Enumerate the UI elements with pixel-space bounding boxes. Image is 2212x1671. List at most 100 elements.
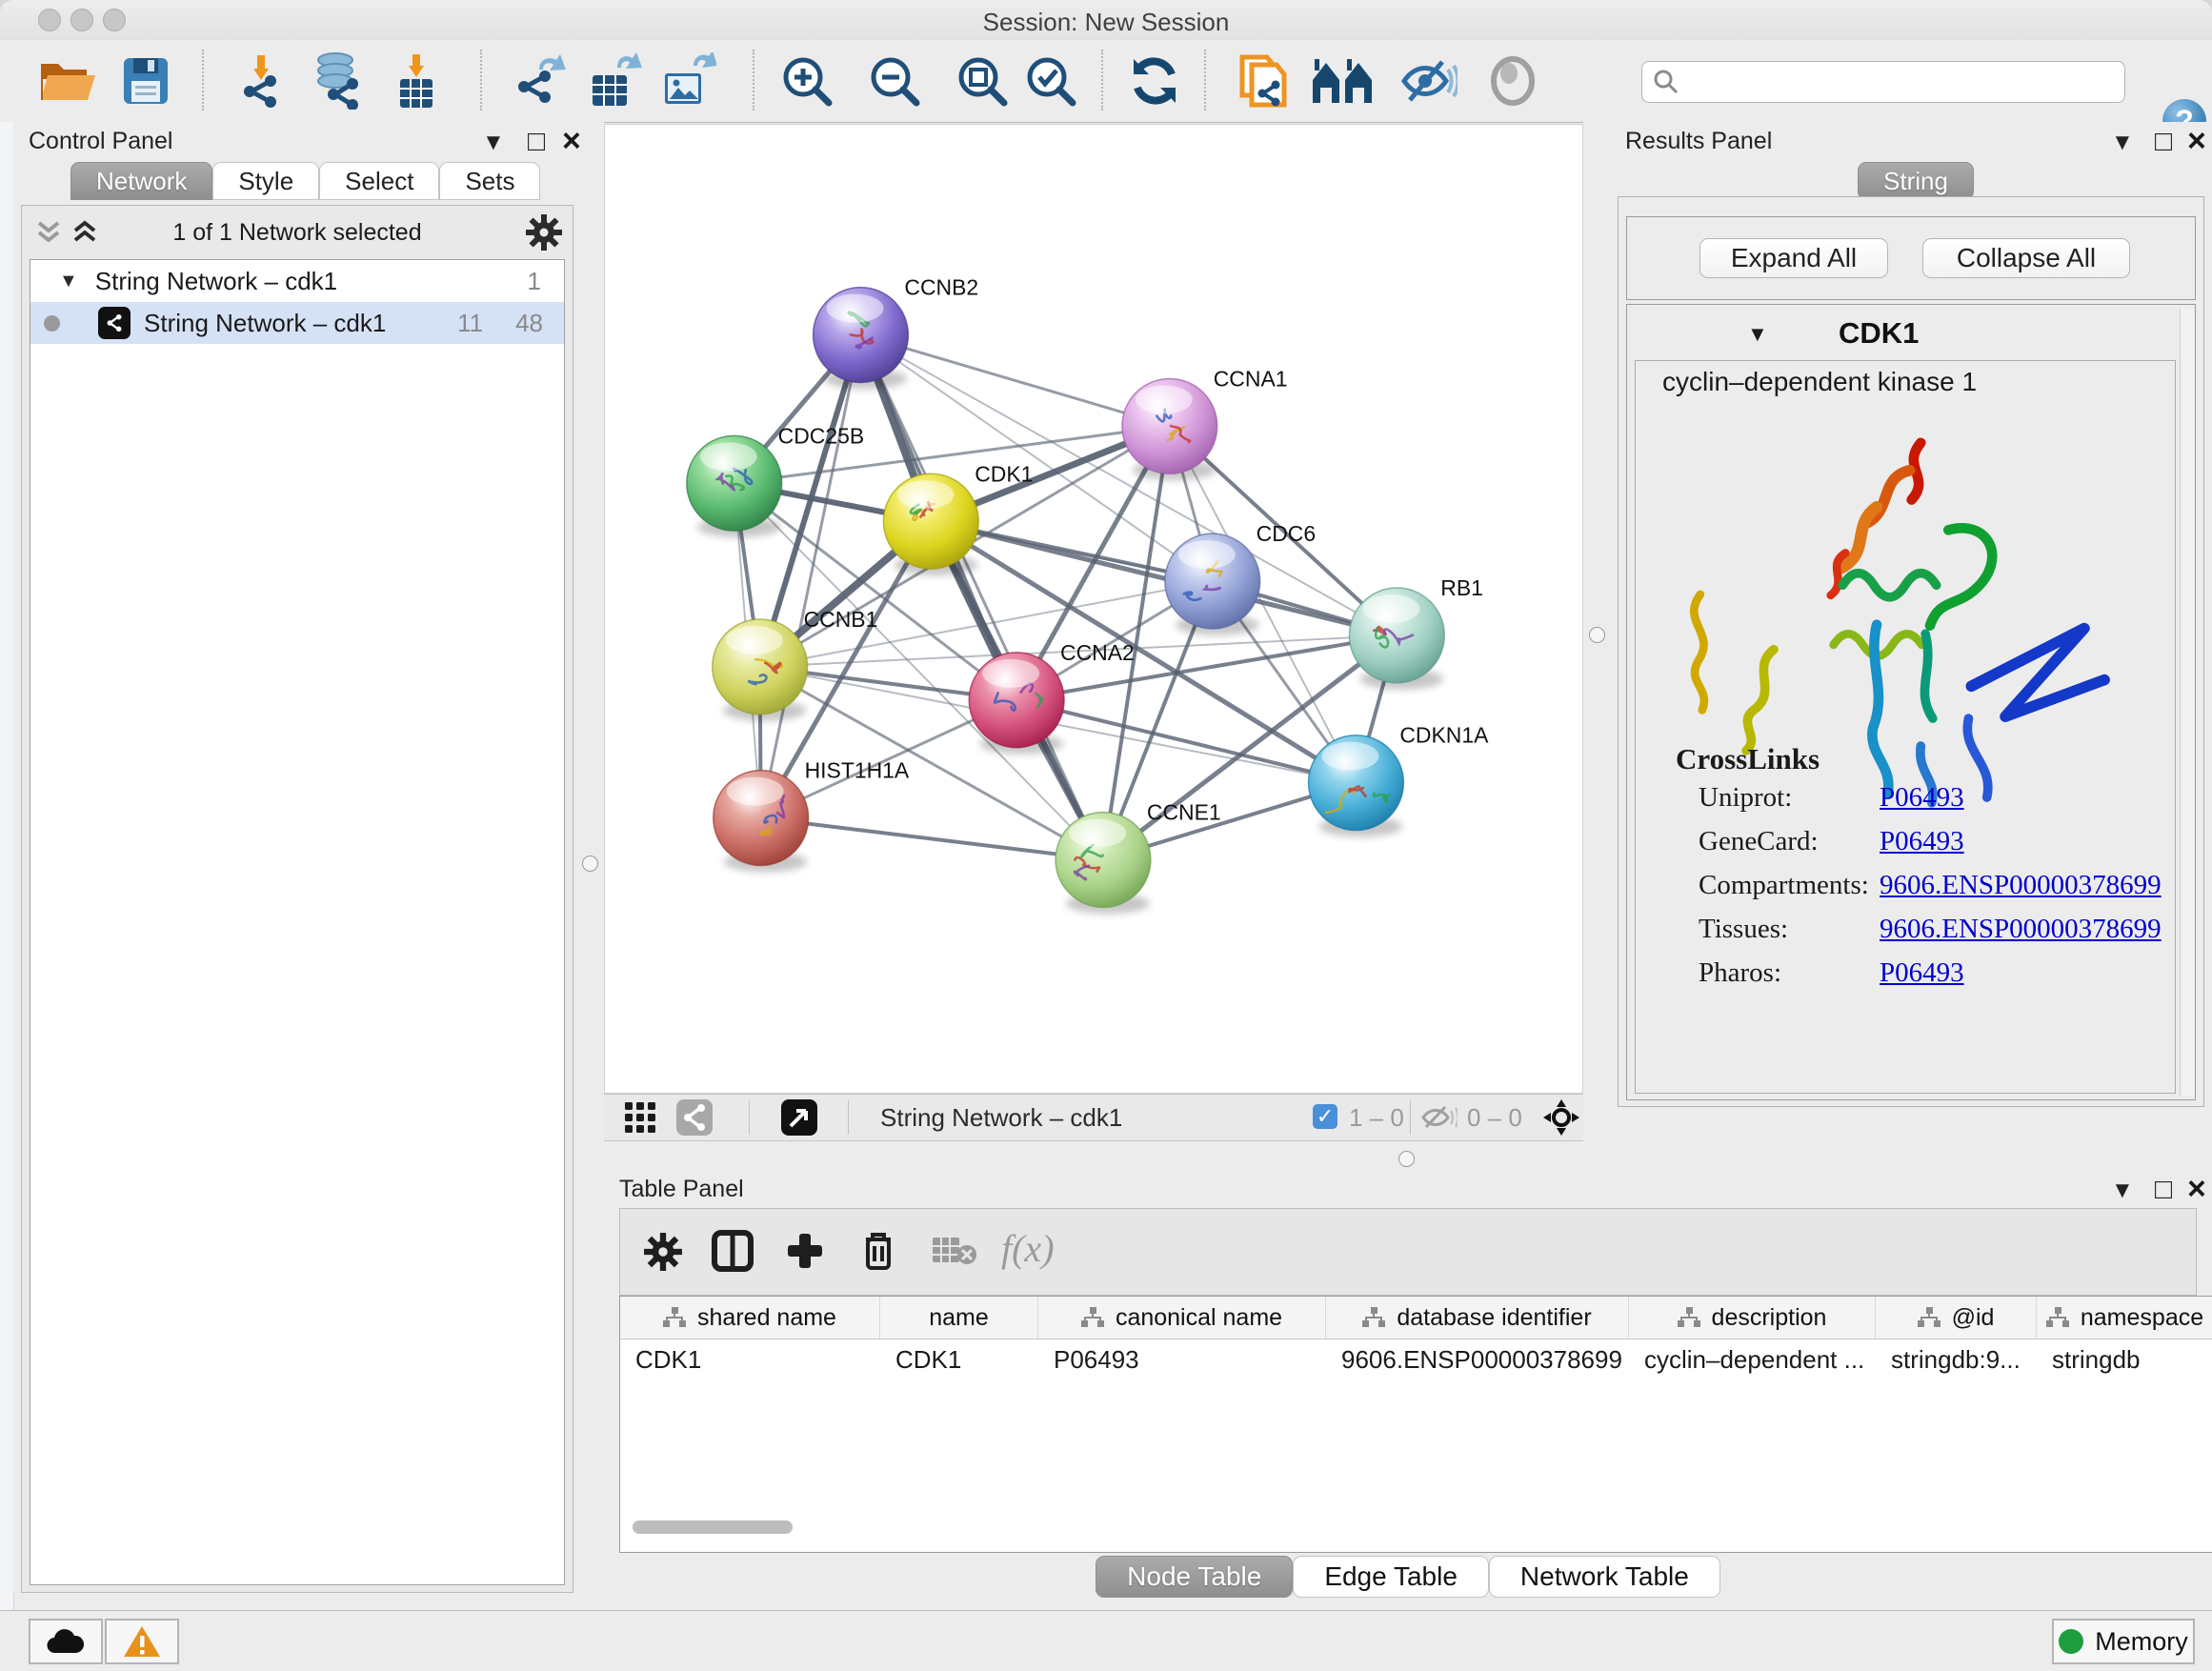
panel-close-icon[interactable]: × xyxy=(2187,1178,2206,1200)
grid-view-icon[interactable] xyxy=(623,1097,657,1138)
delete-column-trash-icon[interactable] xyxy=(860,1230,896,1272)
column-header[interactable]: description xyxy=(1629,1297,1876,1339)
tab-node-table[interactable]: Node Table xyxy=(1096,1556,1293,1598)
crosslink-compartments-link[interactable]: 9606.ENSP00000378699 xyxy=(1880,870,2162,901)
tree-caret-icon[interactable]: ▼ xyxy=(59,271,78,292)
panel-close-icon[interactable]: × xyxy=(2187,130,2206,152)
right-splitter[interactable] xyxy=(1583,122,1610,1170)
scrollbar-thumb[interactable] xyxy=(633,1520,793,1534)
left-splitter-handle[interactable] xyxy=(582,856,598,872)
import-network-from-file-icon[interactable] xyxy=(232,51,288,111)
panel-menu-caret-icon[interactable]: ▼ xyxy=(2111,130,2134,156)
cloud-button[interactable] xyxy=(29,1619,103,1664)
network-node-ccnb1[interactable] xyxy=(713,619,808,721)
network-collection-row[interactable]: ▼ String Network – cdk1 1 xyxy=(30,260,564,302)
network-options-gear-icon[interactable] xyxy=(525,213,563,252)
delete-table-icon[interactable] xyxy=(933,1236,976,1266)
import-network-from-database-icon[interactable] xyxy=(307,51,368,111)
tab-style[interactable]: Style xyxy=(212,162,319,200)
network-node-cdc25b[interactable] xyxy=(687,435,782,537)
cell-id: stringdb:9... xyxy=(1876,1339,2037,1379)
memory-button[interactable]: Memory xyxy=(2052,1619,2195,1664)
search-input[interactable] xyxy=(1680,68,2094,96)
zoom-in-icon[interactable] xyxy=(779,51,835,111)
export-network-icon[interactable] xyxy=(511,51,568,111)
export-table-icon[interactable] xyxy=(585,51,642,111)
network-canvas[interactable]: CCNB2CCNA1CDC25BCDK1CDC6RB1CCNB1CCNA2CDK… xyxy=(604,124,1583,1094)
network-node-cdk1[interactable] xyxy=(883,473,978,575)
network-node-hist1h1a[interactable] xyxy=(714,771,809,873)
column-header[interactable]: shared name xyxy=(620,1297,880,1339)
save-session-icon[interactable] xyxy=(122,51,170,111)
string-network-graph[interactable]: CCNB2CCNA1CDC25BCDK1CDC6RB1CCNB1CCNA2CDK… xyxy=(605,125,1582,1093)
tab-sets[interactable]: Sets xyxy=(439,162,540,200)
show-graphics-details-icon[interactable] xyxy=(1488,51,1538,111)
zoom-out-icon[interactable] xyxy=(867,51,922,111)
panel-float-icon[interactable]: □ xyxy=(2155,1174,2172,1206)
open-in-window-icon[interactable] xyxy=(781,1097,817,1138)
string-houses-icon[interactable] xyxy=(1311,51,1374,111)
search-box[interactable] xyxy=(1641,61,2125,103)
panel-menu-caret-icon[interactable]: ▼ xyxy=(2111,1178,2134,1204)
warnings-button[interactable] xyxy=(105,1619,179,1664)
crosslink-tissues-link[interactable]: 9606.ENSP00000378699 xyxy=(1880,914,2162,945)
network-share-view-icon[interactable] xyxy=(676,1097,713,1138)
hide-unhide-icon[interactable] xyxy=(1400,51,1458,111)
table-options-gear-icon[interactable] xyxy=(643,1232,683,1272)
crosslink-uniprot-link[interactable]: P06493 xyxy=(1880,782,1964,814)
network-edge[interactable] xyxy=(761,335,861,818)
bottom-splitter-handle[interactable] xyxy=(1398,1151,1415,1167)
network-edge[interactable] xyxy=(761,818,1103,860)
network-row-selected[interactable]: String Network – cdk1 11 48 xyxy=(30,302,564,344)
panel-float-icon[interactable]: □ xyxy=(2155,126,2172,158)
network-node-rb1[interactable] xyxy=(1349,588,1444,690)
gene-collapse-caret-icon[interactable]: ▼ xyxy=(1747,322,1768,347)
network-node-ccna2[interactable] xyxy=(969,653,1064,755)
column-header[interactable]: namespace xyxy=(2037,1297,2212,1339)
tab-network-table[interactable]: Network Table xyxy=(1489,1556,1720,1598)
clone-network-icon[interactable] xyxy=(1235,51,1294,111)
network-edge[interactable] xyxy=(931,521,1397,635)
right-splitter-handle[interactable] xyxy=(1589,627,1605,643)
network-node-cdkn1a[interactable] xyxy=(1309,735,1404,837)
crosslink-pharos-link[interactable]: P06493 xyxy=(1880,957,1964,989)
add-column-icon[interactable] xyxy=(786,1232,824,1270)
expand-all-button[interactable]: Expand All xyxy=(1699,238,1888,278)
crosslink-genecard-link[interactable]: P06493 xyxy=(1880,826,1964,857)
selected-nodes-checkbox-icon[interactable]: ✓ xyxy=(1313,1104,1337,1129)
panel-float-icon[interactable]: □ xyxy=(528,126,545,158)
table-row[interactable]: CDK1 CDK1 P06493 9606.ENSP00000378699 cy… xyxy=(620,1339,2212,1379)
tab-select[interactable]: Select xyxy=(319,162,439,200)
show-columns-icon[interactable] xyxy=(712,1230,754,1272)
column-header[interactable]: database identifier xyxy=(1326,1297,1629,1339)
network-node-cdc6[interactable] xyxy=(1165,534,1260,635)
collapse-all-button[interactable]: Collapse All xyxy=(1922,238,2130,278)
open-session-icon[interactable] xyxy=(38,51,97,111)
node-label-ccna1: CCNA1 xyxy=(1214,366,1288,391)
column-header[interactable]: name xyxy=(880,1297,1038,1339)
column-header[interactable]: @id xyxy=(1876,1297,2037,1339)
left-splitter[interactable] xyxy=(589,122,604,1170)
table-horizontal-scrollbar[interactable] xyxy=(633,1520,2195,1536)
expand-collapse-box: Expand All Collapse All xyxy=(1626,216,2196,300)
zoom-fit-content-icon[interactable] xyxy=(955,51,1010,111)
network-node-ccne1[interactable] xyxy=(1056,813,1151,915)
column-header[interactable]: canonical name xyxy=(1038,1297,1326,1339)
tab-network[interactable]: Network xyxy=(70,162,212,200)
hidden-eye-icon[interactable] xyxy=(1421,1104,1458,1131)
export-image-icon[interactable] xyxy=(659,51,716,111)
tab-string[interactable]: String xyxy=(1858,162,1974,200)
network-selection-status: 1 of 1 Network selected xyxy=(22,219,573,247)
refresh-icon[interactable] xyxy=(1128,51,1181,111)
node-table[interactable]: shared name name canonical name database… xyxy=(619,1296,2212,1553)
birds-eye-view-icon[interactable] xyxy=(1543,1099,1579,1136)
network-edge[interactable] xyxy=(860,335,1169,427)
tab-edge-table[interactable]: Edge Table xyxy=(1293,1556,1489,1598)
network-node-ccna1[interactable] xyxy=(1122,378,1217,480)
panel-menu-caret-icon[interactable]: ▼ xyxy=(482,130,505,156)
panel-close-icon[interactable]: × xyxy=(562,130,581,152)
zoom-selected-icon[interactable] xyxy=(1023,51,1078,111)
results-scrollbar[interactable] xyxy=(2180,309,2194,1096)
function-builder-icon[interactable]: f(x) xyxy=(1001,1226,1055,1271)
import-table-from-file-icon[interactable] xyxy=(392,51,440,111)
